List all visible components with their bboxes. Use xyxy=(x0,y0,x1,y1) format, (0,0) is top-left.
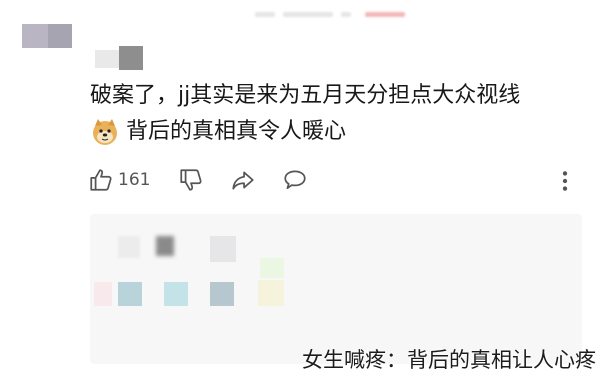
comment-text-line2-row: 背后的真相真令人暖心 xyxy=(90,116,520,148)
reply-button[interactable] xyxy=(282,167,308,193)
comment-body: 破案了，jj其实是来为五月天分担点大众视线 背后的真相真令人暖心 xyxy=(90,80,520,148)
comment-bubble-icon xyxy=(284,170,307,189)
more-vertical-icon xyxy=(562,171,568,191)
like-count: 161 xyxy=(118,170,151,190)
thumbs-up-icon xyxy=(90,169,112,191)
thumbs-down-icon xyxy=(180,169,203,191)
replies-section-blurred[interactable] xyxy=(90,214,582,364)
avatar[interactable] xyxy=(22,24,72,48)
share-icon xyxy=(232,171,255,190)
like-button[interactable]: 161 xyxy=(88,167,150,193)
caption-watermark: 女生喊疼：背后的真相让人心疼 xyxy=(302,348,596,372)
doge-emoji-icon xyxy=(93,119,117,145)
dislike-button[interactable] xyxy=(178,167,204,193)
more-options-button[interactable] xyxy=(552,168,578,194)
share-button[interactable] xyxy=(230,167,256,193)
comment-actions: 161 xyxy=(88,166,578,194)
comment-text-line2: 背后的真相真令人暖心 xyxy=(126,119,347,144)
username-blurred[interactable] xyxy=(95,46,143,70)
blurred-post-title xyxy=(255,8,405,22)
comment-text-line1: 破案了，jj其实是来为五月天分担点大众视线 xyxy=(90,83,521,108)
